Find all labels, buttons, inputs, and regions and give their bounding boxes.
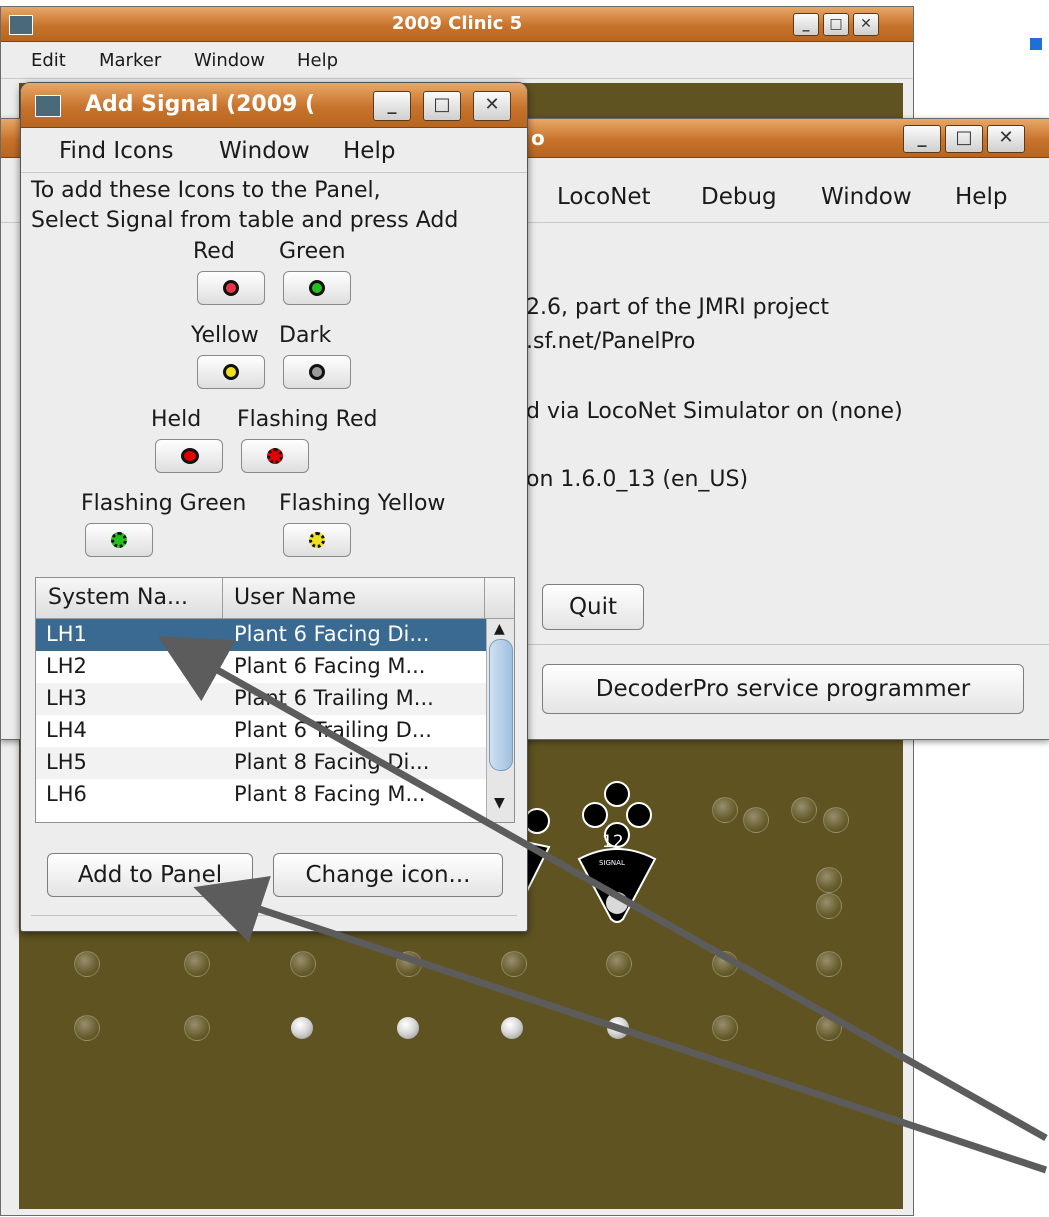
arrow-to-add-button: [193, 876, 1048, 1174]
annotation-arrows: [157, 636, 1048, 1174]
arrow-to-table-row: [157, 636, 1048, 1142]
